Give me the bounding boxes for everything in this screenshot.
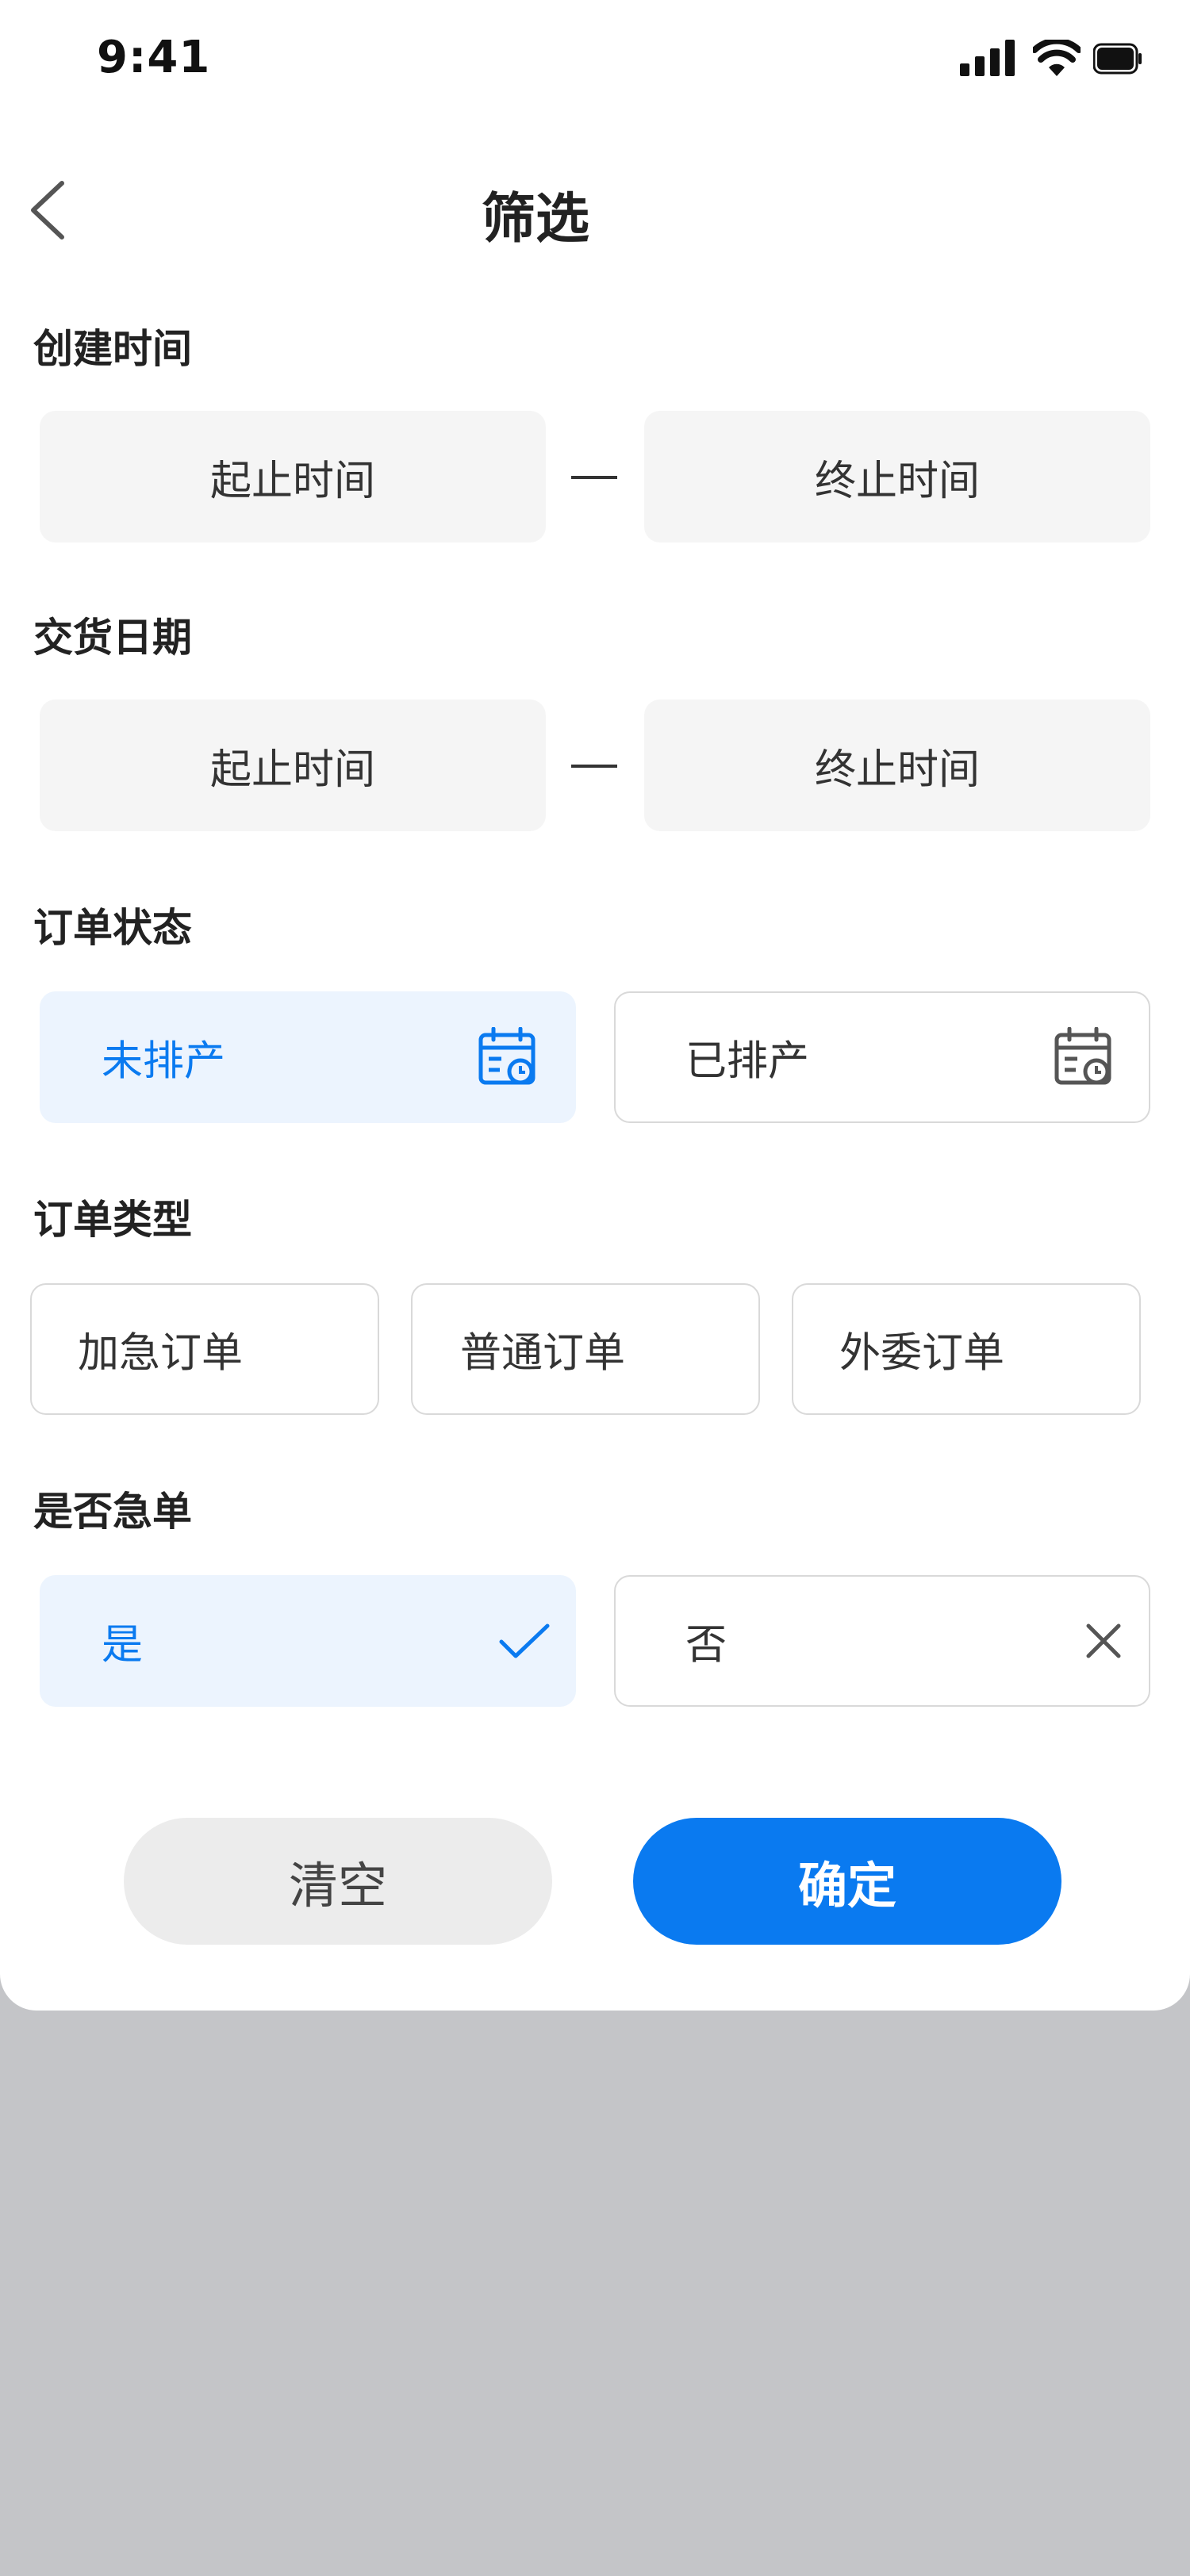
status-icons [873, 40, 1142, 81]
filter-panel: 9:41 筛选 创建时间 起止时间 终止时间 交货日期 起止时间 终止时间 订单… [0, 0, 1190, 2011]
order-status-title: 订单状态 [33, 905, 192, 951]
calendar-clock-icon [478, 1027, 536, 1085]
created-time-title: 创建时间 [33, 326, 192, 372]
status-option-label: 未排产 [102, 1037, 226, 1086]
type-option-label: 普通订单 [460, 1329, 626, 1378]
type-option-expedited[interactable]: 加急订单 [30, 1283, 379, 1415]
modal-backdrop[interactable] [0, 2011, 1190, 2576]
check-icon [499, 1623, 550, 1658]
urgent-option-label: 是 [102, 1621, 144, 1669]
created-end-date-field[interactable]: 终止时间 [644, 411, 1150, 542]
wifi-icon [1033, 40, 1081, 76]
created-start-date-field[interactable]: 起止时间 [40, 411, 546, 542]
status-option-scheduled[interactable]: 已排产 [614, 991, 1150, 1123]
range-separator [571, 476, 617, 479]
delivery-date-title: 交货日期 [33, 615, 192, 661]
status-time: 9:41 [97, 32, 211, 83]
battery-icon [1093, 43, 1142, 75]
status-option-unscheduled[interactable]: 未排产 [40, 991, 576, 1123]
delivery-start-date-field[interactable]: 起止时间 [40, 700, 546, 831]
close-icon [1086, 1623, 1121, 1658]
urgent-title: 是否急单 [33, 1489, 192, 1535]
type-option-label: 加急订单 [78, 1329, 244, 1378]
page-title: 筛选 [481, 188, 589, 251]
type-option-outsourced[interactable]: 外委订单 [792, 1283, 1141, 1415]
order-type-title: 订单类型 [33, 1197, 192, 1243]
urgent-option-label: 否 [685, 1621, 727, 1669]
confirm-button[interactable]: 确定 [633, 1818, 1061, 1945]
range-separator [571, 765, 617, 768]
status-option-label: 已排产 [685, 1037, 810, 1086]
delivery-end-date-field[interactable]: 终止时间 [644, 700, 1150, 831]
urgent-option-no[interactable]: 否 [614, 1575, 1150, 1707]
clear-button[interactable]: 清空 [124, 1818, 552, 1945]
calendar-clock-icon [1054, 1027, 1111, 1085]
cellular-signal-icon [960, 40, 1015, 76]
urgent-option-yes[interactable]: 是 [40, 1575, 576, 1707]
type-option-label: 外委订单 [839, 1329, 1005, 1378]
type-option-normal[interactable]: 普通订单 [411, 1283, 760, 1415]
status-bar: 9:41 [0, 0, 1190, 119]
